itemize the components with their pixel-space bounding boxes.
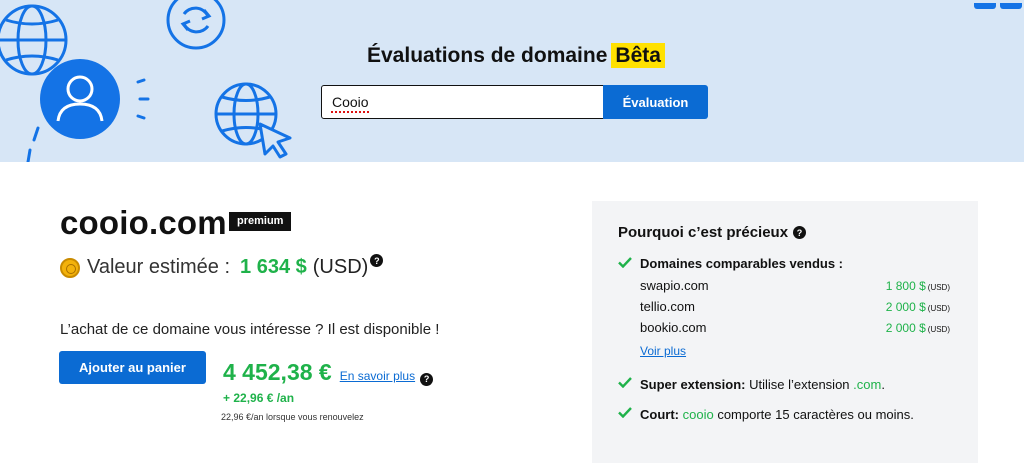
coin-icon: [60, 257, 80, 278]
add-to-cart-button[interactable]: Ajouter au panier: [59, 351, 206, 384]
value-reasons-panel: Pourquoi c’est précieux ? Domaines compa…: [592, 201, 978, 463]
valuation-currency: (USD): [312, 256, 369, 278]
comparable-domain-name: tellio.com: [640, 299, 695, 314]
panel-title: Pourquoi c’est précieux ?: [618, 224, 807, 241]
check-icon: [618, 257, 632, 268]
price-row: 4 452,38 € En savoir plus ?: [223, 359, 434, 386]
user-icon: [40, 59, 120, 139]
comparable-domain-name: bookio.com: [640, 320, 707, 335]
hero-illustration: [0, 0, 292, 162]
extension-feature: Super extension: Utilise l’extension .co…: [640, 377, 885, 392]
comparable-price: 2 000 $ (USD): [885, 321, 950, 335]
comparable-price: 2 000 $ (USD): [885, 300, 950, 314]
help-icon[interactable]: ?: [793, 226, 807, 239]
comparable-price: 1 800 $ (USD): [885, 279, 950, 293]
panel-title-text: Pourquoi c’est précieux: [618, 224, 789, 241]
renewal-price: + 22,96 € /an: [223, 391, 295, 405]
domain-name: cooio.com: [60, 204, 227, 241]
availability-text: L’achat de ce domaine vous intéresse ? I…: [60, 321, 440, 338]
refresh-icon: [166, 0, 226, 50]
valuation-label: Valeur estimée :: [87, 256, 231, 278]
page-title-text: Évaluations de domaine: [367, 44, 608, 67]
valuation-amount: 1 634 $: [240, 256, 307, 278]
beta-badge: Bêta: [611, 43, 665, 68]
learn-more-link[interactable]: En savoir plus: [340, 369, 415, 383]
short-feature: Court: cooio comporte 15 caractères ou m…: [640, 407, 914, 422]
page-title: Évaluations de domaine Bêta: [367, 43, 665, 68]
comparable-domain-name: swapio.com: [640, 278, 709, 293]
domain-search-input[interactable]: [321, 85, 604, 119]
check-icon: [618, 377, 632, 388]
estimated-value: Valeur estimée : 1 634 $ (USD) ?: [60, 254, 384, 279]
help-icon[interactable]: ?: [420, 372, 434, 386]
hero-banner: Évaluations de domaineBêta Évaluation: [0, 0, 1024, 162]
premium-badge: premium: [229, 212, 292, 231]
renewal-note: 22,96 €/an lorsque vous renouvelez: [221, 412, 364, 422]
check-icon: [618, 407, 632, 418]
corner-icons: [970, 0, 1024, 9]
cursor-icon: [258, 122, 292, 159]
domain-price: 4 452,38 €: [223, 359, 332, 385]
help-icon[interactable]: ?: [370, 254, 384, 267]
globe-icon: [0, 4, 68, 76]
see-more-link[interactable]: Voir plus: [640, 344, 686, 358]
evaluate-button[interactable]: Évaluation: [603, 85, 708, 119]
comparable-label: Domaines comparables vendus :: [640, 256, 844, 271]
